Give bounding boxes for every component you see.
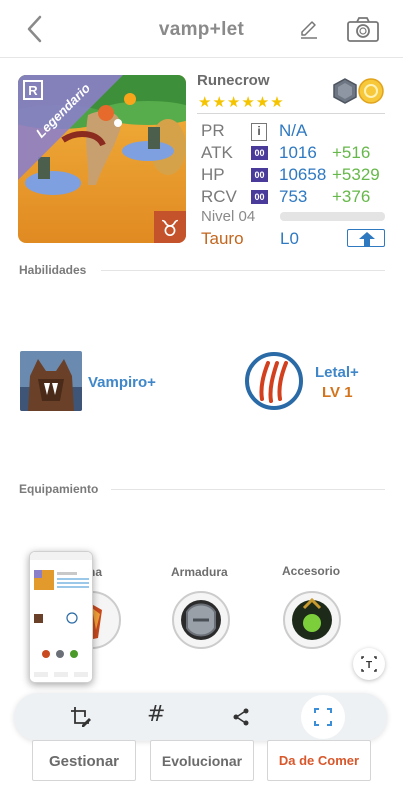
camera-icon[interactable] <box>346 15 380 43</box>
plus-badge-icon: 00 <box>251 168 268 182</box>
screenshot-preview-thumbnail[interactable] <box>29 551 93 683</box>
plus-badge-icon: 00 <box>251 146 268 160</box>
ability-name-letal: Letal+ <box>315 364 359 381</box>
svg-text:T: T <box>366 660 372 671</box>
divider <box>197 113 385 114</box>
vampire-ability-icon[interactable] <box>20 351 82 411</box>
stat-pr-value: N/A <box>279 121 308 140</box>
stat-hp-label: HP <box>201 165 225 184</box>
capture-area-button[interactable] <box>301 695 345 739</box>
feed-button[interactable]: Da de Comer <box>267 740 371 781</box>
stat-atk-label: ATK <box>201 143 233 162</box>
divider <box>111 489 385 490</box>
zodiac-label: Tauro <box>201 229 244 248</box>
stat-rcv-bonus: +376 <box>332 187 371 206</box>
plus-badge-icon: 00 <box>251 190 268 204</box>
crop-edit-icon[interactable] <box>69 705 93 729</box>
armor-slot[interactable] <box>171 590 231 650</box>
claw-ability-icon[interactable] <box>244 351 304 411</box>
ability-level-letal: LV 1 <box>322 384 353 401</box>
stat-hp-bonus: +5329 <box>332 165 380 184</box>
monster-name: Runecrow <box>197 72 270 89</box>
star-rating: ★★★★★★ <box>198 94 285 111</box>
stat-atk-bonus: +516 <box>332 143 371 162</box>
stat-pr-label: PR <box>201 121 225 140</box>
level-label: Nivel 04 <box>201 208 256 225</box>
light-element-icon <box>358 78 384 104</box>
stat-rcv-label: RCV <box>201 187 237 206</box>
equipment-section-title: Equipamiento <box>19 482 99 496</box>
ability-name-vampiro: Vampiro+ <box>88 374 156 391</box>
stat-atk-value: 1016 <box>279 143 317 162</box>
arrow-up-icon <box>359 232 375 246</box>
abilities-section-title: Habilidades <box>19 263 87 277</box>
svg-text:♉: ♉ <box>160 217 180 242</box>
stat-rcv-value: 753 <box>279 187 308 206</box>
divider <box>101 270 385 271</box>
capture-area-icon <box>314 708 332 726</box>
edit-pencil-icon[interactable] <box>298 18 320 40</box>
stat-hp-value: 10658 <box>279 165 327 184</box>
manage-button[interactable]: Gestionar <box>32 740 136 781</box>
share-icon[interactable] <box>229 705 253 729</box>
extract-text-icon[interactable]: T <box>353 648 385 680</box>
monster-portrait[interactable]: R ♉ Legendario <box>18 75 186 243</box>
page-title: vamp+let <box>158 19 245 40</box>
level-progress-bar <box>280 212 385 221</box>
limit-level: L0 <box>280 229 299 248</box>
evolve-button[interactable]: Evolucionar <box>150 740 254 781</box>
info-icon[interactable]: i <box>251 123 267 141</box>
svg-text:R: R <box>28 83 38 98</box>
accessory-slot[interactable] <box>282 590 342 650</box>
hashtag-icon[interactable]: # <box>147 702 165 727</box>
upgrade-button[interactable] <box>347 229 385 247</box>
screenshot-toolbar: # <box>14 693 387 741</box>
armor-label: Armadura <box>171 565 228 579</box>
accessory-label: Accesorio <box>282 564 341 578</box>
dark-element-icon <box>333 78 357 104</box>
top-bar: vamp+let <box>0 0 403 58</box>
